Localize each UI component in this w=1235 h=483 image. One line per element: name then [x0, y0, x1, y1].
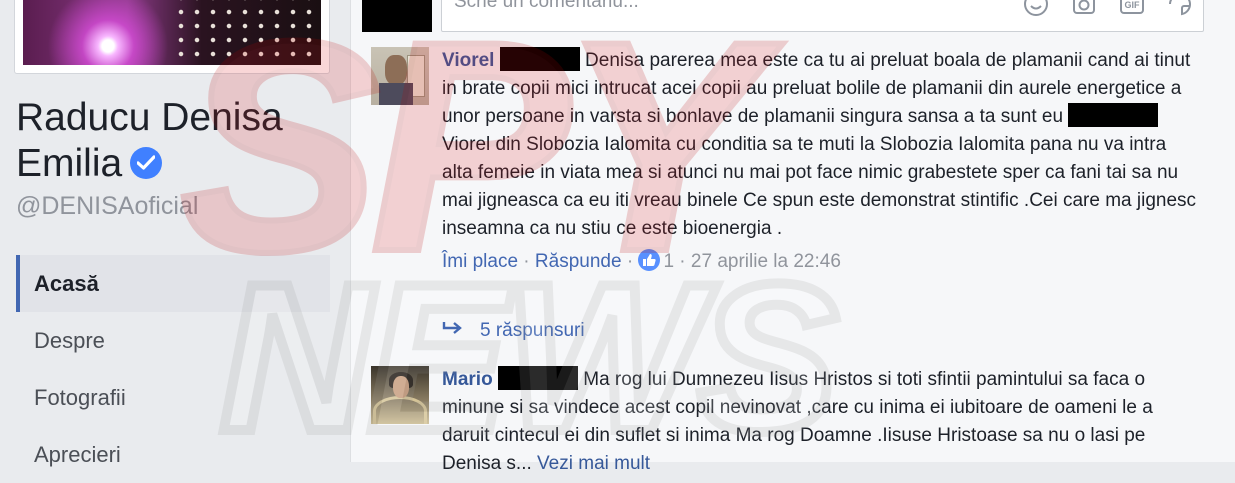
page-sidebar: Raducu Denisa Emilia @DENISAoficial Acas…: [0, 0, 350, 467]
reply-button[interactable]: Răspunde: [535, 251, 622, 272]
reaction-count[interactable]: 1: [663, 251, 674, 272]
comment-body: Viorel Denisa parerea mea este ca tu ai …: [442, 47, 1202, 277]
comments-panel: Scrie un comentariu... GIF Viorel Denisa…: [350, 0, 1235, 474]
reply-arrow-icon: [442, 320, 464, 342]
comment-composer[interactable]: Scrie un comentariu... GIF: [441, 0, 1204, 32]
sticker-icon[interactable]: [1167, 0, 1193, 17]
commenter-avatar[interactable]: [371, 47, 429, 105]
redaction-bar: [1068, 103, 1159, 127]
comment-actions: Îmi place · Răspunde · 1 · 27 aprilie la…: [442, 249, 841, 272]
redaction-bar: [497, 366, 578, 390]
redaction-bar: [499, 47, 580, 71]
replies-count[interactable]: 5 răspunsuri: [480, 320, 585, 341]
nav-item-about[interactable]: Despre: [16, 312, 330, 369]
profile-photo[interactable]: [23, 0, 321, 65]
page-handle[interactable]: @DENISAoficial: [16, 192, 198, 221]
page-title[interactable]: Raducu Denisa Emilia: [16, 95, 336, 187]
verified-icon: [130, 147, 163, 179]
camera-icon[interactable]: [1071, 0, 1097, 17]
nav-item-photos[interactable]: Fotografii: [16, 369, 330, 426]
comment-text-continued: Viorel din Slobozia Ialomita cu conditia…: [442, 134, 1197, 239]
gif-icon[interactable]: GIF: [1119, 0, 1145, 17]
commenter-avatar[interactable]: [371, 366, 429, 424]
svg-text:GIF: GIF: [1125, 0, 1141, 10]
emoji-icon[interactable]: [1023, 0, 1049, 17]
comment-body: Mario Ma rog lui Dumnezeu Iisus Hristos …: [442, 366, 1202, 478]
page-nav: Acasă Despre Fotografii Aprecieri: [16, 255, 330, 483]
profile-photo-frame[interactable]: [14, 0, 330, 74]
comment-author[interactable]: Viorel: [442, 50, 494, 71]
comment-input-placeholder[interactable]: Scrie un comentariu...: [454, 0, 639, 13]
nav-item-home[interactable]: Acasă: [16, 255, 330, 312]
like-button[interactable]: Îmi place: [442, 251, 518, 272]
nav-item-likes[interactable]: Aprecieri: [16, 426, 330, 483]
composer-avatar: [362, 0, 432, 32]
comment-timestamp[interactable]: 27 aprilie la 22:46: [691, 251, 841, 272]
composer-tools: GIF: [1023, 0, 1193, 19]
see-more-link[interactable]: Vezi mai mult: [537, 453, 650, 474]
comment-author[interactable]: Mario: [442, 369, 493, 390]
like-icon[interactable]: [638, 249, 661, 271]
view-replies-link[interactable]: 5 răspunsuri: [442, 320, 585, 342]
